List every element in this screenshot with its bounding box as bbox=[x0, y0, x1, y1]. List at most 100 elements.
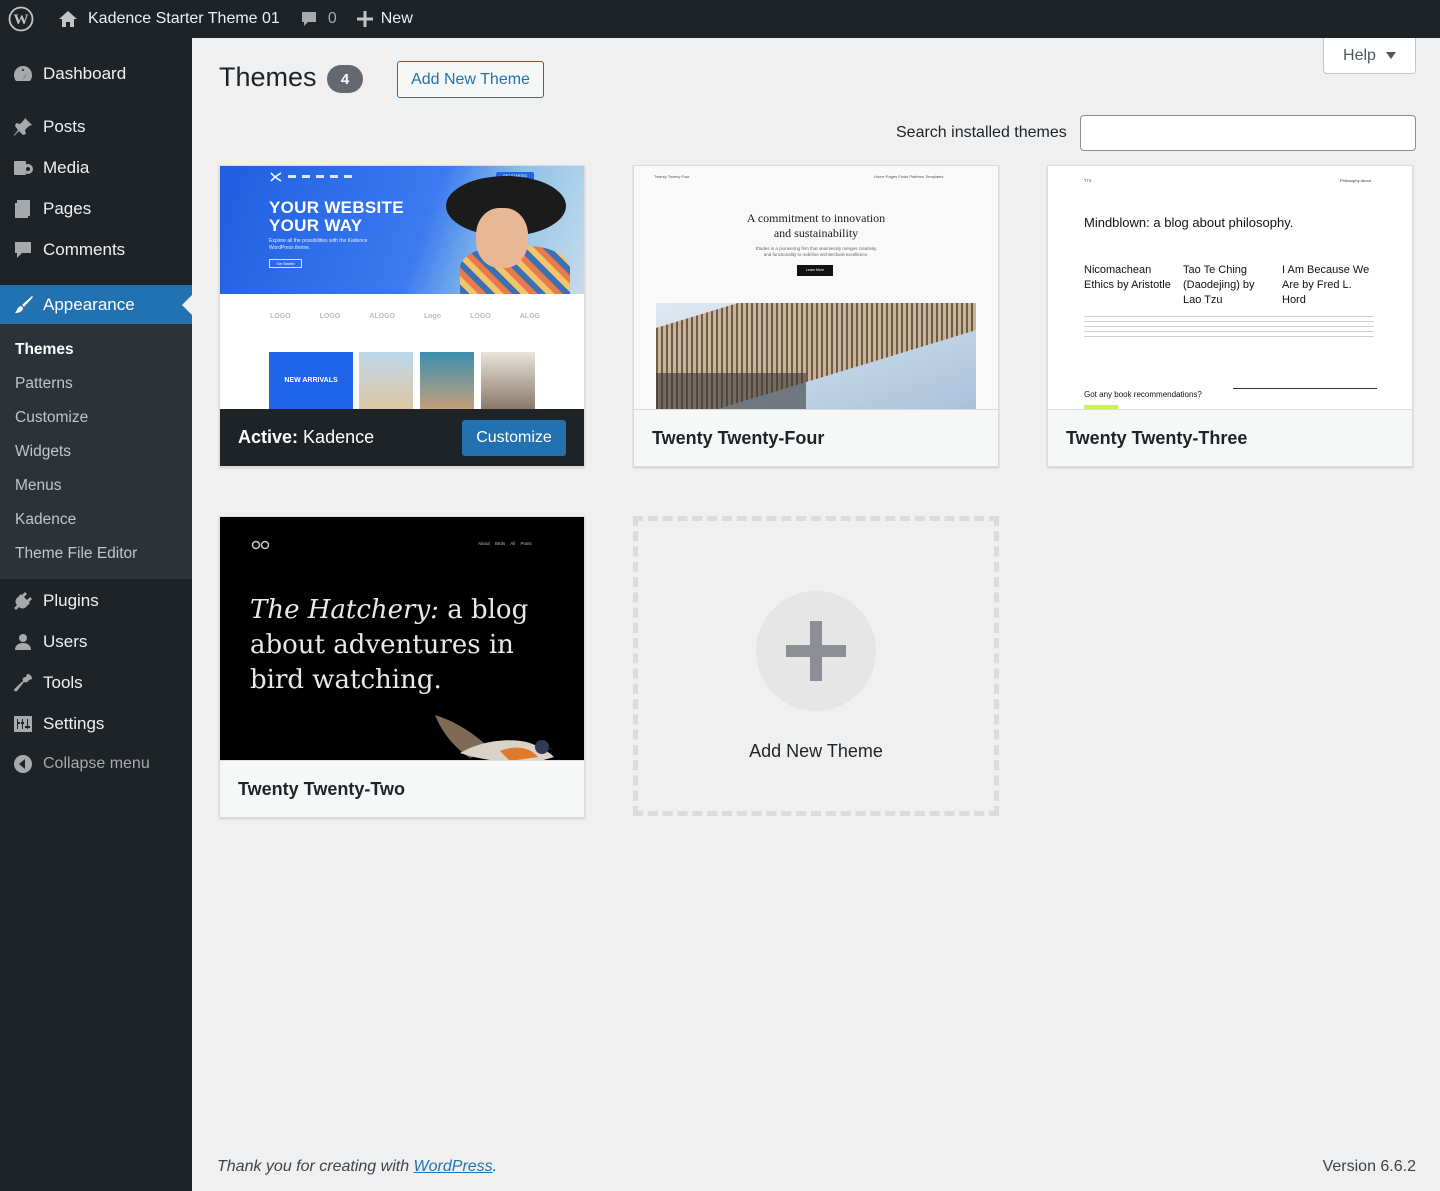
tt4-body: Études is a pioneering firm that seamles… bbox=[755, 246, 877, 257]
appearance-submenu: Themes Patterns Customize Widgets Menus … bbox=[0, 324, 192, 579]
customize-button[interactable]: Customize bbox=[462, 420, 566, 456]
search-label: Search installed themes bbox=[896, 124, 1067, 141]
kadence-tile-photo-2 bbox=[420, 352, 474, 409]
sidebar-item-posts[interactable]: Posts bbox=[0, 109, 192, 145]
add-new-theme-label: Add New Theme bbox=[749, 741, 883, 761]
comment-bubble-icon bbox=[301, 12, 316, 26]
tt4-nav: Home Pages Posts Patterns Templates bbox=[874, 174, 944, 179]
collapse-menu-button[interactable]: Collapse menu bbox=[0, 746, 192, 782]
theme-name: Twenty Twenty-Two bbox=[220, 760, 584, 817]
search-themes-input[interactable] bbox=[1080, 115, 1416, 151]
add-theme-plus-circle[interactable] bbox=[756, 591, 876, 711]
sidebar-item-label: Settings bbox=[43, 714, 105, 733]
sidebar-item-label: Posts bbox=[43, 117, 86, 136]
sidebar-item-label: Users bbox=[43, 632, 88, 651]
theme-screenshot[interactable]: About Birds All Posts The Hatchery: a bl… bbox=[220, 517, 584, 760]
theme-screenshot[interactable]: GET STARTED YOUR WEBSITE YOUR WAY Explor… bbox=[220, 166, 584, 409]
help-tab-button[interactable]: Help bbox=[1323, 38, 1416, 74]
kadence-tile-photo-3 bbox=[481, 352, 535, 409]
submenu-theme-file-editor[interactable]: Theme File Editor bbox=[15, 545, 137, 563]
footer-version: Version 6.6.2 bbox=[1322, 1158, 1416, 1175]
tt3-excerpts bbox=[1084, 316, 1374, 338]
theme-card-twenty-twenty-three[interactable]: TT3 Philosophy About Mindblown: a blog a… bbox=[1047, 165, 1413, 467]
sidebar-item-label: Comments bbox=[43, 240, 126, 259]
tt3-divider bbox=[1233, 388, 1377, 389]
tt2-nav: About Birds All Posts bbox=[478, 541, 532, 546]
tt3-headline: Mindblown: a blog about philosophy. bbox=[1084, 215, 1294, 230]
sidebar-item-users[interactable]: Users bbox=[0, 624, 192, 660]
plus-icon bbox=[786, 621, 846, 681]
user-icon bbox=[0, 631, 43, 653]
comments-link[interactable]: 0 bbox=[290, 0, 347, 38]
home-icon bbox=[59, 11, 77, 27]
sidebar-item-label: Plugins bbox=[43, 591, 99, 610]
submenu-themes[interactable]: Themes bbox=[15, 341, 74, 359]
sidebar-item-plugins[interactable]: Plugins bbox=[0, 583, 192, 619]
sidebar-item-label: Media bbox=[43, 158, 90, 177]
tt2-logo-icon bbox=[251, 540, 270, 550]
comment-icon bbox=[0, 239, 43, 261]
sliders-icon bbox=[0, 713, 43, 735]
tt3-footer-text: Got any book recommendations? bbox=[1084, 390, 1202, 399]
kadence-logo-icon bbox=[270, 172, 282, 182]
brush-icon bbox=[0, 294, 43, 316]
sidebar-item-appearance[interactable]: Appearance bbox=[0, 285, 192, 324]
theme-card-twenty-twenty-two[interactable]: About Birds All Posts The Hatchery: a bl… bbox=[219, 516, 585, 818]
sidebar-item-label: Appearance bbox=[43, 294, 135, 314]
sidebar-item-label: Dashboard bbox=[43, 64, 127, 83]
theme-name: Twenty Twenty-Four bbox=[634, 409, 998, 466]
submenu-customize[interactable]: Customize bbox=[15, 409, 88, 427]
pages-icon bbox=[0, 198, 43, 220]
sidebar-item-media[interactable]: Media bbox=[0, 150, 192, 186]
tt2-headline: The Hatchery: a blog about adventures in… bbox=[250, 595, 529, 695]
theme-card-twenty-twenty-four[interactable]: Twenty Twenty Four Home Pages Posts Patt… bbox=[633, 165, 999, 467]
site-name-link[interactable]: Kadence Starter Theme 01 bbox=[46, 0, 290, 38]
admin-sidebar: Dashboard Posts Media Pages Comments App… bbox=[0, 38, 192, 1191]
theme-screenshot[interactable]: TT3 Philosophy About Mindblown: a blog a… bbox=[1048, 166, 1412, 409]
submenu-menus[interactable]: Menus bbox=[15, 477, 62, 495]
tt3-post-1: Nicomachean Ethics by Aristotle bbox=[1084, 264, 1171, 291]
footer-thanks: Thank you for creating with WordPress. bbox=[217, 1158, 498, 1175]
kadence-model-face bbox=[476, 208, 528, 268]
sidebar-item-tools[interactable]: Tools bbox=[0, 665, 192, 701]
wordpress-link[interactable]: WordPress bbox=[414, 1158, 493, 1175]
wordpress-logo-button[interactable]: W bbox=[0, 0, 46, 38]
add-new-theme-card[interactable]: Add New Theme bbox=[633, 516, 999, 816]
kadence-tile-photo-1 bbox=[359, 352, 413, 409]
admin-bar: W Kadence Starter Theme 01 0 New bbox=[0, 0, 1440, 38]
new-label: New bbox=[380, 10, 413, 27]
sidebar-item-label: Pages bbox=[43, 199, 92, 218]
theme-card-kadence[interactable]: GET STARTED YOUR WEBSITE YOUR WAY Explor… bbox=[219, 165, 585, 467]
tt3-nav: Philosophy About bbox=[1340, 178, 1371, 183]
active-theme-bar: Active: Kadence Customize bbox=[220, 409, 584, 466]
comments-count: 0 bbox=[327, 10, 337, 27]
tt4-button: Learn More bbox=[797, 265, 833, 276]
kadence-nav bbox=[288, 175, 358, 178]
kadence-subtext: Explore all the possibilities with the K… bbox=[269, 238, 368, 251]
submenu-kadence[interactable]: Kadence bbox=[15, 511, 76, 529]
help-label: Help bbox=[1343, 46, 1376, 64]
dashboard-icon bbox=[0, 63, 43, 85]
collapse-arrow-icon bbox=[0, 753, 43, 775]
theme-name: Twenty Twenty-Three bbox=[1048, 409, 1412, 466]
submenu-patterns[interactable]: Patterns bbox=[15, 375, 73, 393]
kadence-hero-button: Get Started bbox=[269, 259, 302, 268]
page-title: Themes bbox=[219, 62, 317, 92]
sidebar-item-dashboard[interactable]: Dashboard bbox=[0, 56, 192, 92]
sidebar-item-pages[interactable]: Pages bbox=[0, 191, 192, 227]
kadence-logo-row: LOGO LOGO ALOGO Logo LOGO ALOG bbox=[270, 313, 540, 320]
tt3-post-3: I Am Because We Are by Fred L. Hord bbox=[1282, 264, 1370, 306]
submenu-widgets[interactable]: Widgets bbox=[15, 443, 71, 461]
sidebar-item-comments[interactable]: Comments bbox=[0, 232, 192, 268]
new-content-button[interactable]: New bbox=[347, 0, 423, 38]
add-new-theme-button[interactable]: Add New Theme bbox=[397, 61, 544, 98]
active-theme-name: Kadence bbox=[303, 427, 375, 447]
theme-count-badge: 4 bbox=[327, 65, 363, 93]
tt2-bird-illustration bbox=[435, 715, 554, 760]
svg-text:W: W bbox=[14, 12, 29, 28]
plug-icon bbox=[0, 590, 43, 612]
sidebar-item-settings[interactable]: Settings bbox=[0, 706, 192, 742]
theme-screenshot[interactable]: Twenty Twenty Four Home Pages Posts Patt… bbox=[634, 166, 998, 409]
media-icon bbox=[0, 157, 43, 179]
tt3-post-2: Tao Te Ching (Daodejing) by Lao Tzu bbox=[1183, 264, 1255, 306]
